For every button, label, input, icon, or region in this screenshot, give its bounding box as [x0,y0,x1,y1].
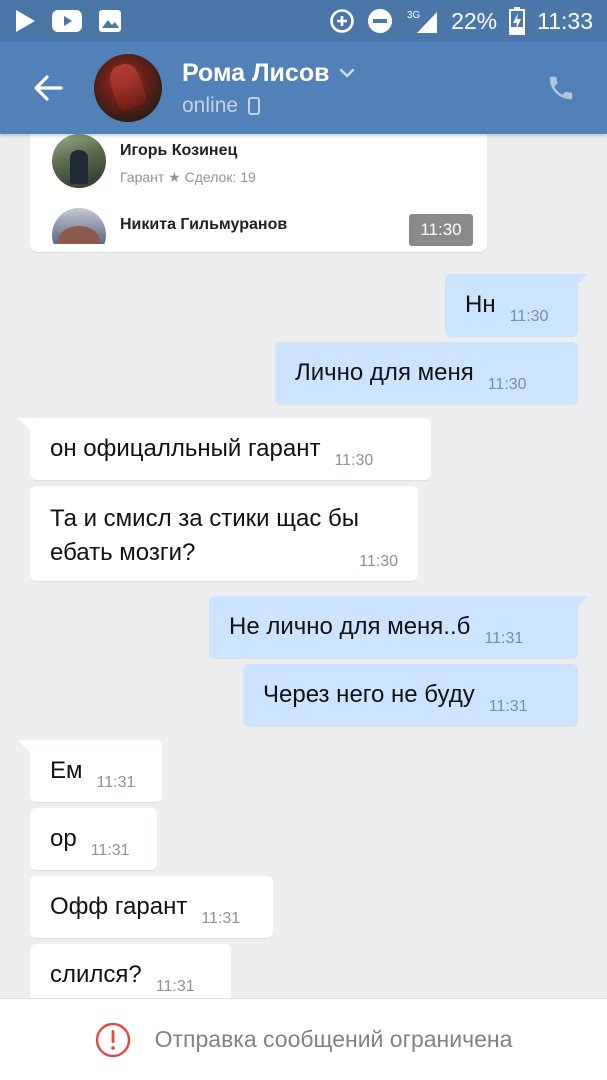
message-time: 11:31 [484,630,524,647]
message-bubble-incoming[interactable]: Ем 11:31 [18,740,162,802]
network-type-label: 3G [407,10,421,21]
signal-icon: 3G [405,8,439,34]
message-text: ор [50,825,77,853]
message-time: 11:30 [487,376,527,393]
alert-circle-icon [95,1022,130,1057]
message-bubble-incoming[interactable]: ор 11:31 [30,808,157,870]
message-text: Ем [50,757,83,785]
message-time: 11:31 [90,842,130,859]
contact-avatar[interactable] [94,54,162,122]
restricted-message: Отправка сообщений ограничена [154,1026,513,1052]
battery-percent: 22% [451,7,498,34]
message-bubble-incoming[interactable]: он офицалльный гарант 11:30 [18,418,431,480]
message-list[interactable]: Игорь Козинец Гарант ★ Сделок: 19 Никита… [0,134,607,998]
message-text: Через него не буду [263,681,475,709]
avatar [52,208,106,244]
message-bubble-outgoing[interactable]: Лично для меня 11:30 [275,342,578,404]
message-time: 11:31 [201,910,241,927]
message-bubble-outgoing[interactable]: Нн 11:30 [445,274,588,336]
message-bubble-incoming[interactable]: Та и смисл за стики щас бы ебать мозги? … [30,486,418,581]
avatar [52,134,106,188]
data-saver-icon [329,8,355,34]
forwarded-contact[interactable]: Игорь Козинец Гарант ★ Сделок: 19 [52,134,256,188]
chat-header: Рома Лисов online [0,42,607,134]
message-bubble-outgoing[interactable]: Не лично для меня..б 11:31 [209,596,588,658]
message-time: 11:30 [359,553,398,570]
play-icon [14,9,36,33]
message-text: слился? [50,961,142,989]
forwarded-contact-name: Игорь Козинец [120,142,238,159]
phone-icon [549,76,573,100]
contact-title[interactable]: Рома Лисов [182,59,355,88]
restricted-footer: Отправка сообщений ограничена [0,998,607,1080]
clock: 11:33 [537,7,593,34]
dnd-icon [367,8,393,34]
contact-status: online [182,93,239,117]
message-time: 11:31 [155,978,195,995]
message-text: Не лично для меня..б [229,613,471,641]
forwarded-contact[interactable]: Никита Гильмуранов [52,208,287,244]
message-bubble-incoming[interactable]: Офф гарант 11:31 [30,876,273,938]
contact-name: Рома Лисов [182,58,330,87]
message-bubble-outgoing[interactable]: Через него не буду 11:31 [243,664,578,726]
battery-charging-icon [509,7,526,35]
message-text: Лично для меня [295,359,474,387]
message-text: он офицалльный гарант [50,435,321,463]
chevron-down-icon [340,68,355,78]
gallery-icon [98,9,122,33]
message-text: Та и смисл за стики щас бы ебать мозги? [50,505,359,566]
mobile-device-icon [248,96,261,115]
call-button[interactable] [541,68,581,108]
message-bubble-incoming[interactable]: слился? 11:31 [30,944,231,998]
message-text: Офф гарант [50,893,188,921]
status-bar: 3G 22% 11:33 [0,0,607,42]
back-arrow-icon [34,75,63,101]
message-time-badge: 11:30 [409,214,473,246]
message-time: 11:30 [509,308,549,325]
back-button[interactable] [24,64,72,112]
message-text: Нн [465,291,496,319]
forwarded-contacts-card[interactable]: Игорь Козинец Гарант ★ Сделок: 19 Никита… [30,134,487,252]
youtube-icon [52,10,82,32]
forwarded-contact-name: Никита Гильмуранов [120,216,288,233]
forwarded-contact-subtitle: Гарант ★ Сделок: 19 [120,169,256,185]
message-time: 11:31 [488,698,528,715]
message-time: 11:31 [96,774,136,791]
message-time: 11:30 [334,452,374,469]
